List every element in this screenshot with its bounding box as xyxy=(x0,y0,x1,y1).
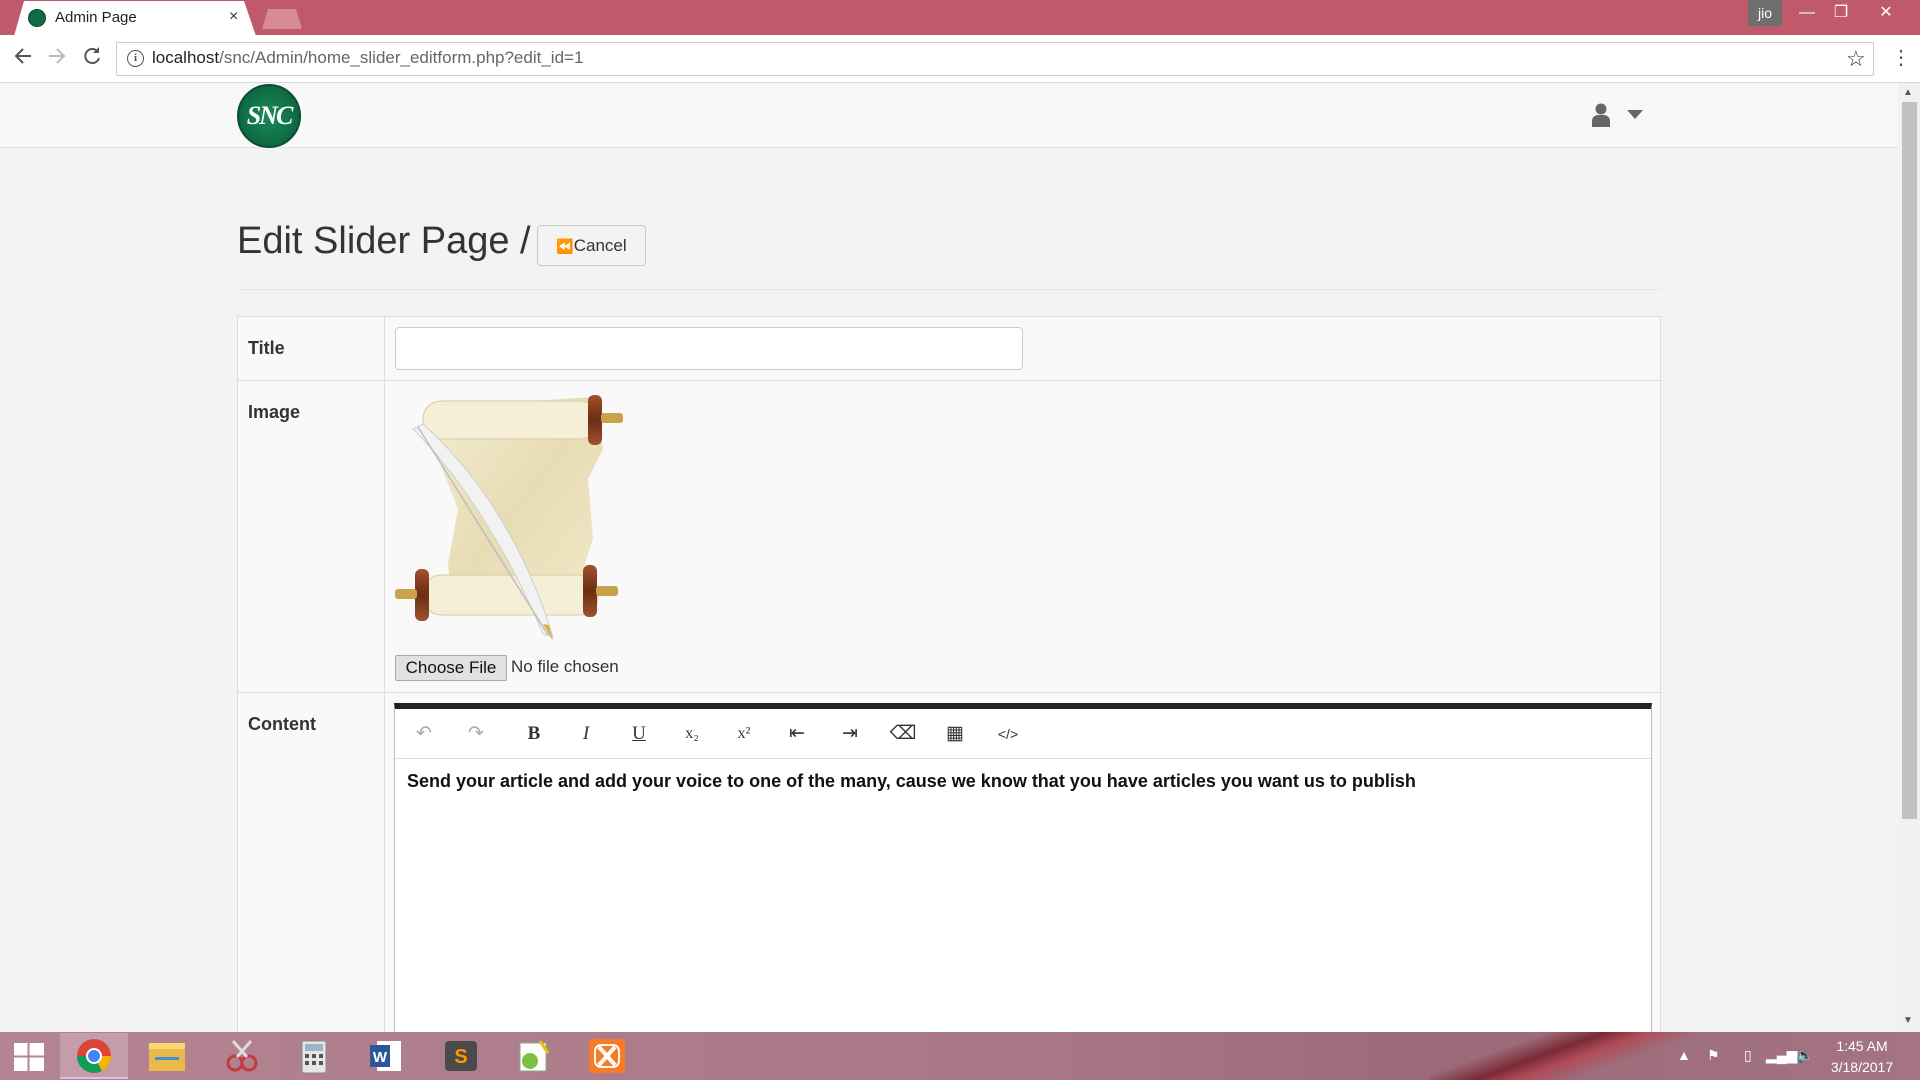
indent-icon[interactable]: ⇥ xyxy=(831,718,869,750)
file-status-text: No file chosen xyxy=(511,657,619,676)
code-view-icon[interactable]: </> xyxy=(989,718,1027,750)
outdent-icon[interactable]: ⇤ xyxy=(778,718,816,750)
superscript-icon[interactable]: x² xyxy=(725,718,763,750)
title-label: Title xyxy=(248,338,285,358)
tray-expand-icon[interactable]: ▲ xyxy=(1677,1047,1691,1063)
bold-icon[interactable]: B xyxy=(515,718,553,750)
taskbar-wallpaper-streak xyxy=(1430,1032,1690,1080)
volume-icon[interactable]: 🔈 xyxy=(1796,1047,1813,1064)
arrow-right-icon[interactable] xyxy=(46,45,68,73)
tab-close-icon[interactable]: × xyxy=(229,8,238,26)
star-icon[interactable]: ☆ xyxy=(1846,46,1866,72)
scroll-down-icon[interactable]: ▼ xyxy=(1903,1015,1913,1026)
image-label: Image xyxy=(248,402,301,422)
sublime-text-icon[interactable]: S xyxy=(427,1033,495,1079)
url-path: /snc/Admin/home_slider_editform.php?edit… xyxy=(219,48,584,67)
url-host: localhost xyxy=(152,48,220,67)
svg-text:S: S xyxy=(454,1046,467,1068)
word-icon[interactable]: W xyxy=(353,1033,421,1079)
chrome-icon[interactable] xyxy=(60,1033,128,1079)
scroll-up-icon[interactable]: ▲ xyxy=(1903,87,1913,98)
underline-icon[interactable]: U xyxy=(620,718,658,750)
redo-icon[interactable]: ↷ xyxy=(457,718,495,750)
editor-content[interactable]: Send your article and add your voice to … xyxy=(407,771,1416,792)
table-icon[interactable]: ▦ xyxy=(936,718,974,750)
arrow-left-icon[interactable] xyxy=(12,45,34,73)
info-icon[interactable]: i xyxy=(127,50,144,67)
windows-start-icon[interactable] xyxy=(14,1043,44,1071)
cancel-label: Cancel xyxy=(573,236,627,255)
notepad-plus-icon[interactable] xyxy=(500,1033,568,1079)
row-divider xyxy=(237,380,1661,381)
scrollbar-thumb[interactable] xyxy=(1902,102,1917,819)
battery-icon[interactable]: ▯ xyxy=(1744,1047,1752,1064)
network-icon[interactable]: ▂▄▆ xyxy=(1766,1047,1797,1064)
tab-favicon-icon xyxy=(28,9,46,27)
subscript-icon[interactable]: x₂ xyxy=(673,718,711,750)
site-logo[interactable]: SNC xyxy=(237,84,301,148)
chevron-down-icon[interactable] xyxy=(1627,110,1643,119)
url-text[interactable]: localhost/snc/Admin/home_slider_editform… xyxy=(152,48,583,68)
divider xyxy=(237,289,1661,290)
column-divider xyxy=(384,316,385,1050)
user-icon[interactable] xyxy=(1592,103,1610,127)
row-divider xyxy=(237,692,1661,693)
clock-time[interactable]: 1:45 AM xyxy=(1812,1038,1912,1054)
italic-icon[interactable]: I xyxy=(567,718,605,750)
slider-image-preview xyxy=(393,389,648,645)
cancel-button[interactable]: ⏪Cancel xyxy=(537,225,646,266)
close-window-icon[interactable]: ✕ xyxy=(1869,0,1903,28)
page-title: Edit Slider Page / xyxy=(237,220,531,262)
undo-icon[interactable]: ↶ xyxy=(405,718,443,750)
content-label: Content xyxy=(248,714,316,734)
eraser-icon[interactable]: ⌫ xyxy=(884,718,922,750)
file-explorer-icon[interactable] xyxy=(133,1033,201,1079)
rewind-icon: ⏪ xyxy=(556,238,574,254)
tab-title: Admin Page xyxy=(55,9,137,26)
clock-date[interactable]: 3/18/2017 xyxy=(1812,1059,1912,1075)
xampp-icon[interactable] xyxy=(573,1033,641,1079)
flag-icon[interactable]: ⚑ xyxy=(1707,1047,1720,1064)
minimize-icon[interactable]: — xyxy=(1790,0,1824,28)
choose-file-button[interactable]: Choose File xyxy=(395,655,507,681)
maximize-icon[interactable]: ❐ xyxy=(1824,0,1858,28)
profile-badge[interactable]: jio xyxy=(1748,0,1782,26)
svg-text:W: W xyxy=(373,1049,388,1066)
calculator-icon[interactable] xyxy=(280,1033,348,1079)
snipping-tool-icon[interactable] xyxy=(207,1033,275,1079)
new-tab-button[interactable] xyxy=(262,9,302,29)
title-input[interactable] xyxy=(395,327,1023,370)
kebab-menu-icon[interactable]: ⋮ xyxy=(1891,45,1911,70)
reload-icon[interactable] xyxy=(81,45,103,73)
